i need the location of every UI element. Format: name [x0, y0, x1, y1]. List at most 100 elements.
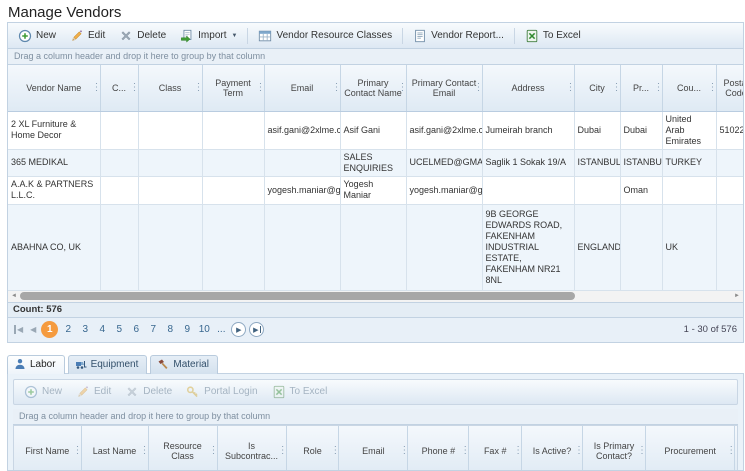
vendor-row[interactable]: ABAHNA CO, UK 9B GEORGE EDWARDS ROAD, FA…: [8, 204, 743, 290]
edit-button[interactable]: Edit: [64, 27, 111, 45]
pager-page[interactable]: 8: [163, 322, 177, 338]
column-header-role[interactable]: Role: [286, 426, 339, 471]
plus-circle-icon: [18, 29, 32, 43]
column-header-address[interactable]: Address: [482, 65, 574, 111]
grid-cell: 365 MEDIKAL: [8, 149, 100, 176]
grid-cell: Asif Gani: [340, 111, 406, 149]
grid-cell: [138, 149, 202, 176]
column-header-email[interactable]: Email: [264, 65, 340, 111]
column-header-is-subcontractor[interactable]: Is Subcontrac...: [217, 426, 286, 471]
column-header-payment-term[interactable]: Payment Term: [202, 65, 264, 111]
column-menu-icon[interactable]: [654, 83, 662, 93]
group-by-drop-zone[interactable]: Drag a column header and drop it here to…: [8, 49, 743, 65]
column-header-class[interactable]: Class: [138, 65, 202, 111]
tab-labor-label: Labor: [30, 359, 56, 370]
pager-range-label: 1 - 30 of 576: [684, 324, 737, 335]
column-header-procurement[interactable]: Procurement: [645, 426, 734, 471]
column-header-fax[interactable]: Fax #: [469, 426, 522, 471]
grid-cell: [138, 111, 202, 149]
grid-cell: Oman: [620, 176, 662, 204]
labor-person-icon: [14, 358, 26, 370]
excel-export-icon: [272, 385, 286, 399]
pager-page[interactable]: 5: [112, 322, 126, 338]
vendor-row[interactable]: 2 XL Furniture & Home Decor asif.gani@2x…: [8, 111, 743, 149]
column-header-primary-contact-name[interactable]: Primary Contact Name: [340, 65, 406, 111]
tab-labor[interactable]: Labor: [7, 355, 65, 374]
tab-material[interactable]: Material: [150, 355, 218, 374]
column-header-country[interactable]: Cou...: [662, 65, 716, 111]
column-menu-icon[interactable]: [332, 83, 340, 93]
scroll-right-icon[interactable]: ►: [731, 290, 743, 302]
column-menu-icon[interactable]: [194, 83, 202, 93]
grid-cell: asif.gani@2xlme.com: [406, 111, 482, 149]
grid-cell: [100, 149, 138, 176]
column-menu-icon[interactable]: [566, 83, 574, 93]
grid-cell: [716, 176, 743, 204]
vendor-report-button[interactable]: Vendor Report...: [407, 27, 510, 45]
column-header-is-primary-contact[interactable]: Is Primary Contact?: [583, 426, 646, 471]
column-menu-icon[interactable]: [92, 83, 100, 93]
pager-page[interactable]: 2: [61, 322, 75, 338]
labor-delete-label: Delete: [143, 386, 172, 397]
pager-last-icon[interactable]: [249, 322, 264, 337]
column-header-code[interactable]: C...: [100, 65, 138, 111]
column-header-is-active[interactable]: Is Active?: [522, 426, 583, 471]
column-header-province[interactable]: Pr...: [620, 65, 662, 111]
column-header-resource-class[interactable]: Resource Class: [148, 426, 217, 471]
column-menu-icon[interactable]: [398, 83, 406, 93]
grid-cell: yogesh.maniar@gmail.com: [264, 176, 340, 204]
grid-cell: yogesh.maniar@gmail.com: [406, 176, 482, 204]
column-menu-icon[interactable]: [256, 83, 264, 93]
pager-page[interactable]: 10: [197, 322, 211, 338]
pager-page[interactable]: 3: [78, 322, 92, 338]
pager-next-icon[interactable]: [231, 322, 246, 337]
detail-tabstrip: Labor Equipment Material: [7, 355, 745, 373]
portal-login-label: Portal Login: [204, 386, 257, 397]
new-button[interactable]: New: [12, 27, 62, 45]
grid-cell: [716, 149, 743, 176]
horizontal-scrollbar: ◄ ►: [8, 291, 743, 303]
column-header-city[interactable]: City: [574, 65, 620, 111]
delete-button[interactable]: Delete: [113, 27, 172, 45]
page-title: Manage Vendors: [0, 0, 745, 22]
labor-edit-label: Edit: [94, 386, 111, 397]
labor-group-by-drop-zone[interactable]: Drag a column header and drop it here to…: [13, 409, 738, 425]
vendors-grid: Vendor Name C... Class Payment Term Emai…: [8, 65, 743, 291]
vendor-row[interactable]: 365 MEDIKAL SALES ENQUIRIES UCELMED@GMAI…: [8, 149, 743, 176]
grid-cell: [202, 204, 264, 290]
import-button[interactable]: Import ▼: [174, 27, 243, 45]
column-menu-icon[interactable]: [130, 83, 138, 93]
column-header-first-name[interactable]: First Name: [14, 426, 81, 471]
labor-panel: New Edit Delete Portal Login To Excel Dr…: [7, 373, 744, 471]
pager: 1 2 3 4 5 6 7 8 9 10 ... 1 - 30 of 576: [8, 318, 743, 342]
tab-equipment[interactable]: Equipment: [68, 355, 148, 374]
scrollbar-thumb[interactable]: [20, 292, 575, 300]
to-excel-button[interactable]: To Excel: [519, 27, 587, 45]
column-header-s[interactable]: S: [735, 426, 738, 471]
grid-cell: [202, 111, 264, 149]
column-header-phone[interactable]: Phone #: [408, 426, 469, 471]
pager-page[interactable]: 7: [146, 322, 160, 338]
scroll-left-icon[interactable]: ◄: [8, 290, 20, 302]
column-menu-icon[interactable]: [708, 83, 716, 93]
grid-cell: [716, 204, 743, 290]
grid-cell: TURKEY: [662, 149, 716, 176]
column-header-last-name[interactable]: Last Name: [81, 426, 148, 471]
pager-page-current[interactable]: 1: [41, 321, 58, 338]
pager-page[interactable]: 4: [95, 322, 109, 338]
pager-page[interactable]: 6: [129, 322, 143, 338]
pager-ellipsis[interactable]: ...: [214, 322, 228, 338]
vendor-row[interactable]: A.A.K & PARTNERS L.L.C. yogesh.maniar@gm…: [8, 176, 743, 204]
column-header-email[interactable]: Email: [339, 426, 408, 471]
column-menu-icon[interactable]: [474, 83, 482, 93]
column-header-primary-contact-email[interactable]: Primary Contact Email: [406, 65, 482, 111]
column-header-postal-code[interactable]: Postal Code: [716, 65, 743, 111]
grid-cell: [100, 204, 138, 290]
grid-cell: SALES ENQUIRIES: [340, 149, 406, 176]
tab-equipment-label: Equipment: [91, 359, 139, 370]
pager-page[interactable]: 9: [180, 322, 194, 338]
column-menu-icon[interactable]: [612, 83, 620, 93]
vendor-resource-classes-button[interactable]: Vendor Resource Classes: [252, 27, 398, 45]
scrollbar-track[interactable]: [20, 291, 731, 301]
column-header-vendor-name[interactable]: Vendor Name: [8, 65, 100, 111]
